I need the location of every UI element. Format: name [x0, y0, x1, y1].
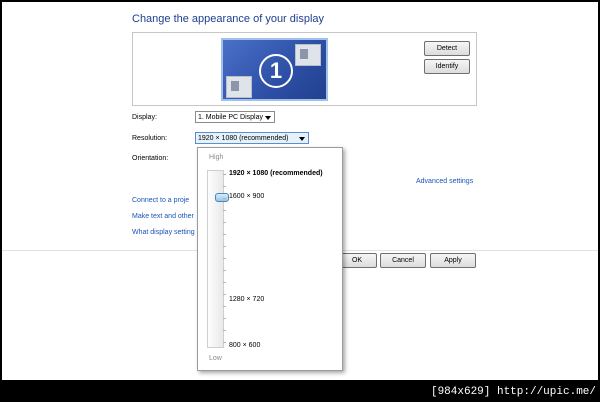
resolution-label: Resolution: [132, 135, 168, 142]
resolution-option[interactable]: 800 × 600 [229, 342, 260, 349]
window-thumbnail-icon [226, 76, 252, 98]
slider-tick [223, 222, 226, 223]
resolution-select[interactable]: 1920 × 1080 (recommended) [195, 132, 309, 144]
display-select-value: 1. Mobile PC Display [198, 114, 263, 121]
slider-tick [223, 282, 226, 283]
page-title: Change the appearance of your display [132, 13, 325, 25]
ok-button[interactable]: OK [337, 253, 377, 268]
apply-button[interactable]: Apply [430, 253, 476, 268]
low-label: Low [209, 355, 222, 362]
slider-tick [223, 258, 226, 259]
slider-tick [223, 210, 226, 211]
slider-tick [223, 246, 226, 247]
slider-tick [223, 294, 226, 295]
high-label: High [209, 154, 224, 161]
display-label: Display: [132, 114, 157, 121]
make-text-larger-link[interactable]: Make text and other [132, 213, 194, 220]
watermark: [984x629] http://upic.me/ [430, 386, 596, 398]
chevron-down-icon [299, 137, 305, 141]
slider-tick [223, 330, 226, 331]
connect-projector-link[interactable]: Connect to a proje [132, 197, 189, 204]
slider-tick [223, 174, 226, 175]
display-settings-help-link[interactable]: What display setting [132, 229, 195, 236]
identify-button[interactable]: Identify [424, 59, 470, 74]
resolution-option[interactable]: 1920 × 1080 (recommended) [229, 170, 323, 177]
resolution-dropdown: High 1920 × 1080 (recommended) 1600 × 90… [197, 147, 343, 371]
slider-tick [223, 186, 226, 187]
resolution-slider-track[interactable] [207, 170, 229, 348]
display-select[interactable]: 1. Mobile PC Display [195, 111, 275, 123]
resolution-slider-thumb[interactable] [215, 193, 229, 202]
slider-tick [223, 198, 226, 199]
slider-tick [223, 318, 226, 319]
chevron-down-icon [265, 116, 271, 120]
monitor-number: 1 [259, 54, 293, 88]
orientation-label: Orientation: [132, 155, 169, 162]
resolution-option[interactable]: 1600 × 900 [229, 193, 264, 200]
display-settings-page: Change the appearance of your display 1 … [2, 2, 598, 380]
slider-tick [223, 306, 226, 307]
resolution-option[interactable]: 1280 × 720 [229, 296, 264, 303]
monitor-1-preview[interactable]: 1 [221, 38, 328, 101]
cancel-button[interactable]: Cancel [380, 253, 426, 268]
advanced-settings-link[interactable]: Advanced settings [416, 178, 473, 185]
slider-tick [223, 234, 226, 235]
detect-button[interactable]: Detect [424, 41, 470, 56]
resolution-select-value: 1920 × 1080 (recommended) [198, 135, 289, 142]
slider-tick [223, 270, 226, 271]
monitor-preview-area: 1 Detect Identify [132, 32, 477, 106]
window-thumbnail-icon [295, 44, 321, 66]
slider-tick [223, 342, 226, 343]
